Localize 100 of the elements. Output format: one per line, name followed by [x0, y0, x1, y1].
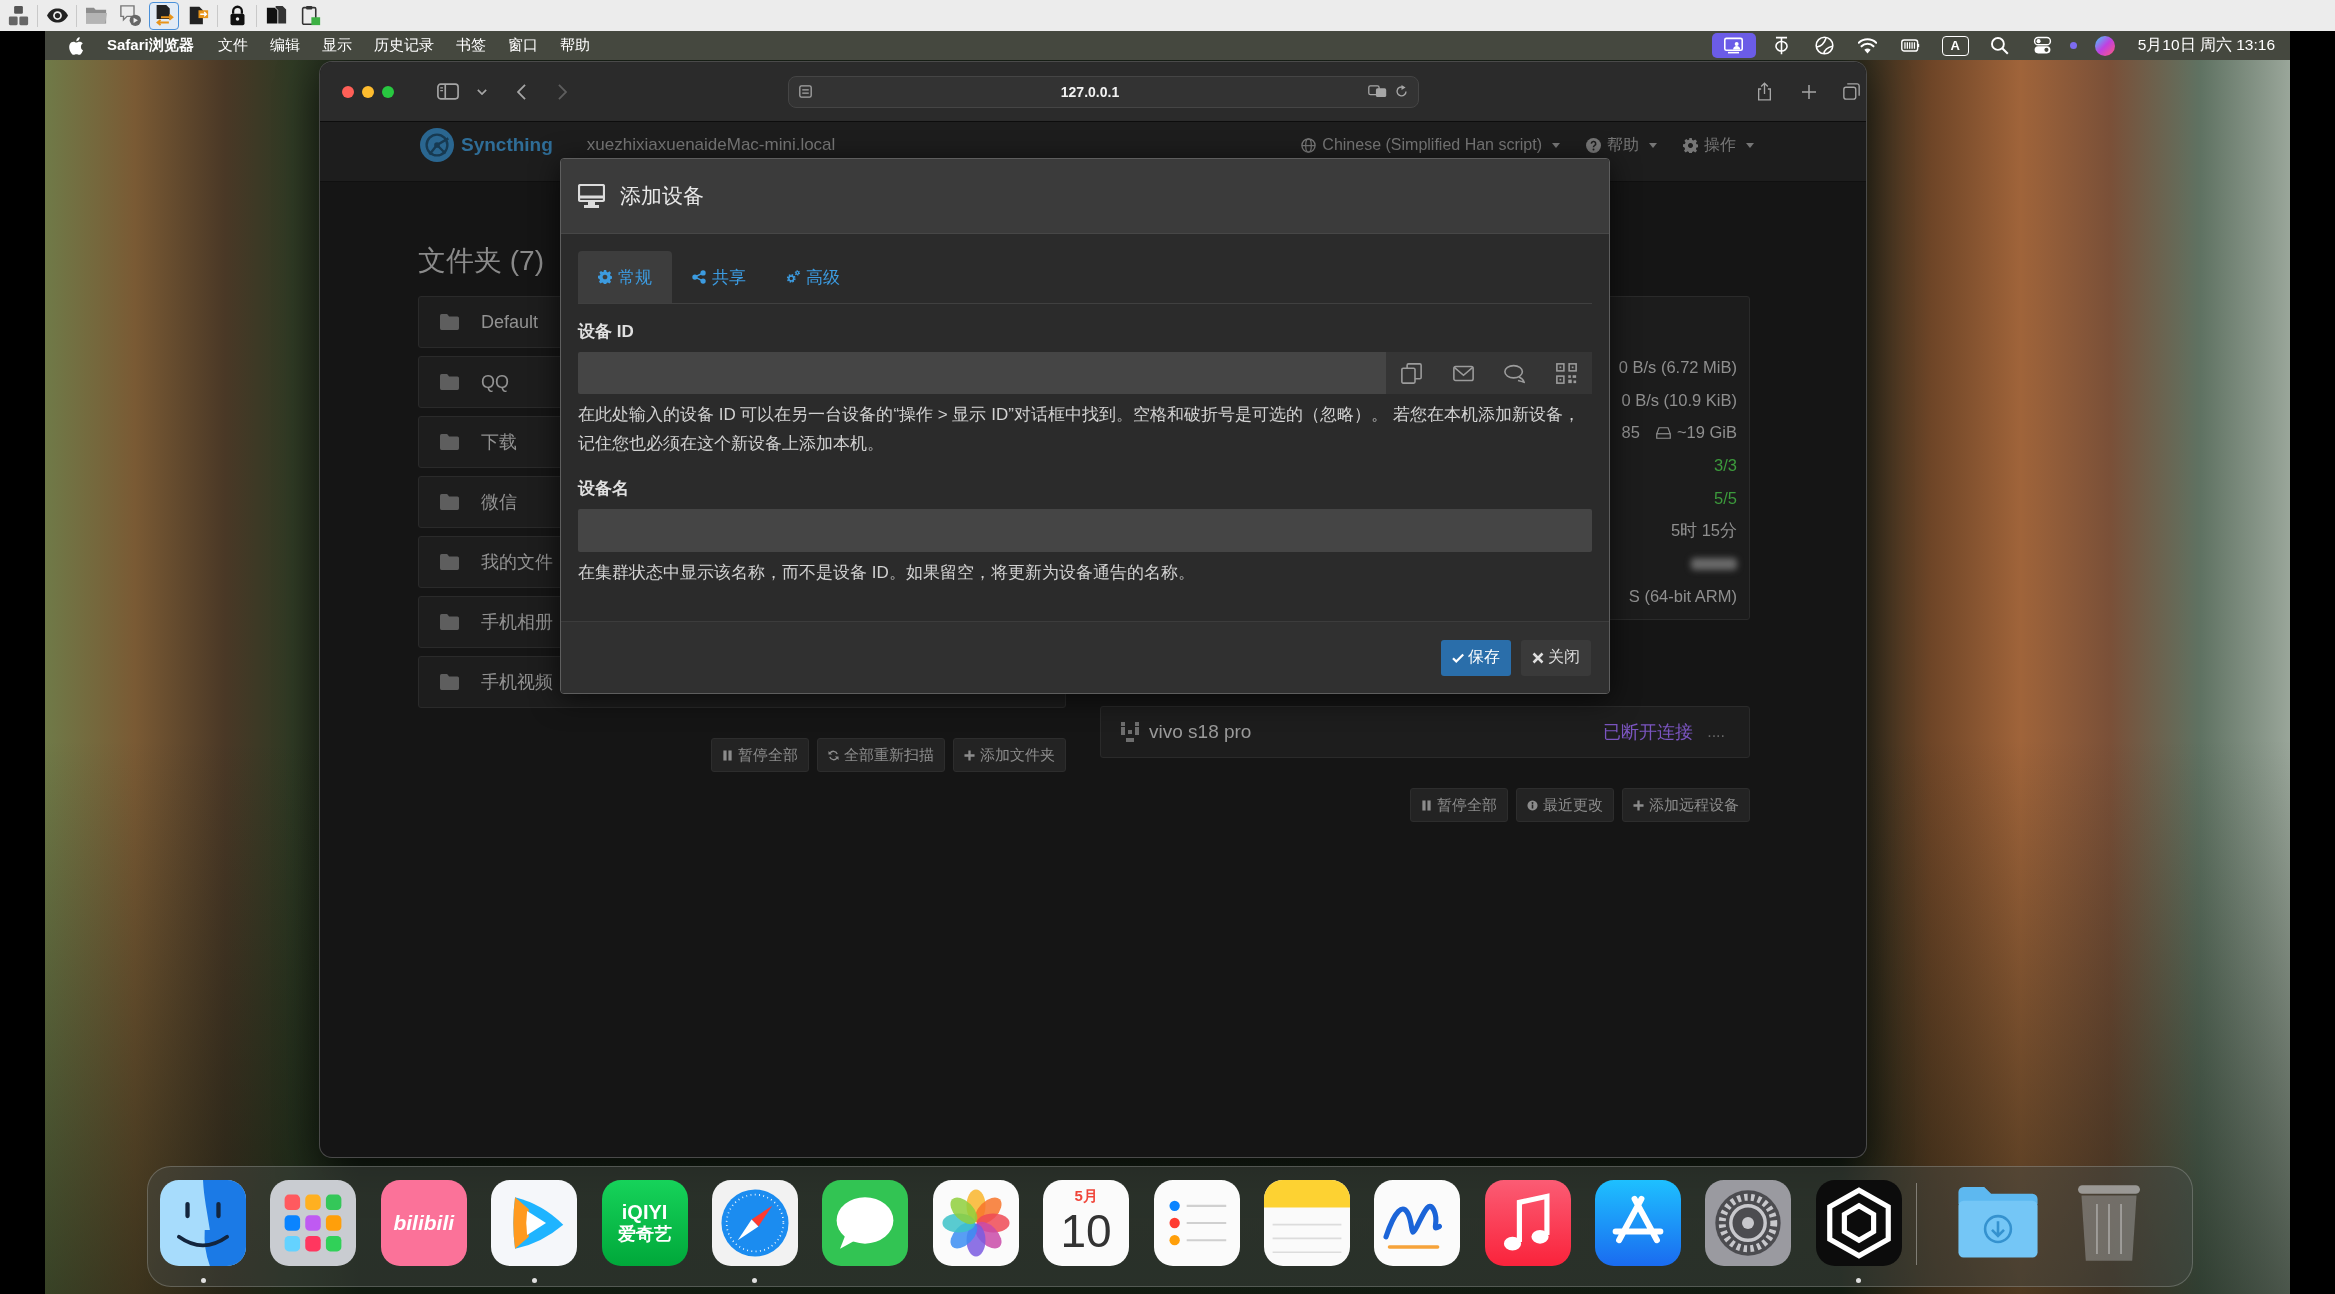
folder-icon [440, 314, 459, 330]
copy-button[interactable] [1386, 352, 1438, 394]
section-title: 文件夹 (7) [418, 244, 544, 278]
chevron-down-icon[interactable] [477, 88, 487, 95]
brand-name[interactable]: Syncthing [461, 134, 553, 156]
tab[interactable]: 高级 [766, 251, 860, 303]
hard-drive-icon [1655, 427, 1671, 439]
orb-icon [2094, 35, 2115, 56]
field-label: 设备 ID [578, 321, 635, 343]
flower-icon[interactable] [932, 1180, 1019, 1266]
document-swap-icon [153, 5, 175, 26]
input-source-button[interactable]: A [1941, 35, 1969, 56]
menu-item[interactable]: 窗口 [507, 36, 538, 55]
document-play-icon [119, 5, 141, 26]
device-name-input[interactable] [578, 509, 1592, 552]
document-swap-icon [187, 5, 209, 26]
add-button[interactable]: 添加文件夹 [953, 738, 1066, 772]
tab[interactable]: 共享 [672, 251, 766, 303]
app-menu[interactable]: Safari浏览器 [107, 36, 194, 55]
url-text: 127.0.0.1 [1059, 83, 1121, 100]
apple-icon[interactable] [67, 35, 84, 56]
menu-item[interactable]: 显示 [321, 36, 352, 55]
menu-item[interactable]: 书签 [455, 36, 486, 55]
pause-icon [722, 749, 733, 761]
speech-bubble-icon[interactable] [822, 1180, 909, 1266]
logo-text: bilibili [393, 1211, 455, 1235]
gears-icon [786, 270, 800, 284]
translate-icon[interactable] [1368, 85, 1387, 98]
app-grid-icon[interactable] [270, 1180, 357, 1266]
calendar-month: 5月 [1074, 1187, 1098, 1205]
close-button[interactable] [342, 85, 354, 98]
dropdown-menu[interactable]: 帮助 [1586, 134, 1657, 156]
notepad-icon[interactable] [1263, 1180, 1350, 1266]
stat-value: 0 B/s (6.72 MiB) [1618, 357, 1737, 377]
dropdown-menu[interactable]: 操作 [1683, 134, 1754, 156]
folder-name: 手机视频 [481, 671, 553, 694]
stat-value: 5/5 [1714, 489, 1737, 509]
reload-icon[interactable] [1395, 85, 1408, 98]
stat-value: S (64-bit ARM) [1628, 587, 1737, 607]
pause-all-button[interactable]: 暂停全部 [1410, 788, 1508, 822]
folder-name: 微信 [481, 491, 517, 514]
recent-changes-button[interactable]: 最近更改 [1516, 788, 1614, 822]
close-button[interactable]: 关闭 [1521, 639, 1591, 676]
device-id-input[interactable] [578, 352, 1386, 394]
rescan-all-button[interactable]: 全部重新扫描 [817, 738, 945, 772]
pause-all-button[interactable]: 暂停全部 [711, 738, 809, 772]
folder-name: 手机相册 [481, 611, 553, 634]
checklist-icon[interactable] [1153, 1180, 1240, 1266]
monitor-icon [578, 184, 605, 208]
clock[interactable]: 5月10日 周六 13:16 [2137, 35, 2275, 56]
logo-icon[interactable] [420, 128, 454, 162]
dropdown-menu[interactable]: Chinese (Simplified Han script) [1301, 134, 1560, 156]
tabs-icon[interactable] [1843, 83, 1860, 100]
tiles-icon [7, 5, 29, 26]
calendar-day: 10 [1060, 1205, 1112, 1257]
menu-item[interactable]: 文件 [217, 36, 248, 55]
folder-name: 下载 [481, 431, 517, 454]
field-label: 设备名 [578, 478, 630, 500]
refresh-icon [828, 749, 839, 761]
menu-item[interactable]: 历史记录 [373, 36, 434, 55]
minimize-button[interactable] [362, 85, 374, 98]
tab[interactable]: 常规 [578, 251, 672, 303]
plus-icon [1633, 799, 1644, 811]
share-icon[interactable] [1757, 82, 1772, 101]
smiling-face-icon[interactable] [160, 1180, 246, 1266]
device-panel[interactable]: vivo s18 pro 已断开连接 .... [1100, 706, 1750, 758]
pause-icon [1421, 799, 1432, 811]
device-status: 已断开连接 [1603, 721, 1694, 744]
logo-text: 爱奇艺 [617, 1223, 672, 1245]
scribble-icon[interactable] [1374, 1180, 1461, 1266]
device-name: vivo s18 pro [1149, 721, 1252, 743]
folder-icon [440, 674, 459, 690]
plus-icon[interactable] [1802, 84, 1816, 99]
back-icon[interactable] [517, 83, 526, 100]
menu-item[interactable]: 编辑 [269, 36, 300, 55]
stat-value: 3/3 [1714, 456, 1737, 476]
a-shape-icon[interactable] [1595, 1180, 1682, 1266]
calendar-icon[interactable]: 5月 10 [1043, 1180, 1130, 1266]
address-bar[interactable]: 127.0.0.1 [788, 75, 1419, 108]
qr-code-icon [1555, 362, 1577, 384]
music-note-icon[interactable] [1484, 1180, 1571, 1266]
status-menu-button[interactable] [1711, 33, 1756, 58]
toolbar-button[interactable] [149, 1, 179, 30]
sidebar-icon[interactable] [437, 83, 459, 100]
compass-icon[interactable] [711, 1180, 798, 1266]
save-button[interactable]: 保存 [1441, 639, 1511, 676]
gear-icon [1683, 137, 1698, 153]
folder-icon [440, 494, 459, 510]
toggles-icon [2033, 36, 2053, 55]
logo-text: iQIYI [621, 1201, 668, 1223]
play-icon[interactable] [491, 1180, 578, 1266]
stat-value: 0 B/s (10.9 KiB) [1621, 390, 1737, 410]
add-button[interactable]: 添加远程设备 [1622, 788, 1750, 822]
qr-code-button[interactable] [1540, 352, 1592, 394]
check-icon [1452, 651, 1464, 664]
gear-icon[interactable] [1705, 1180, 1792, 1266]
zoom-button[interactable] [382, 85, 394, 98]
menu-item[interactable]: 帮助 [559, 36, 590, 55]
share-icon [692, 270, 706, 284]
info-icon [1527, 799, 1538, 811]
